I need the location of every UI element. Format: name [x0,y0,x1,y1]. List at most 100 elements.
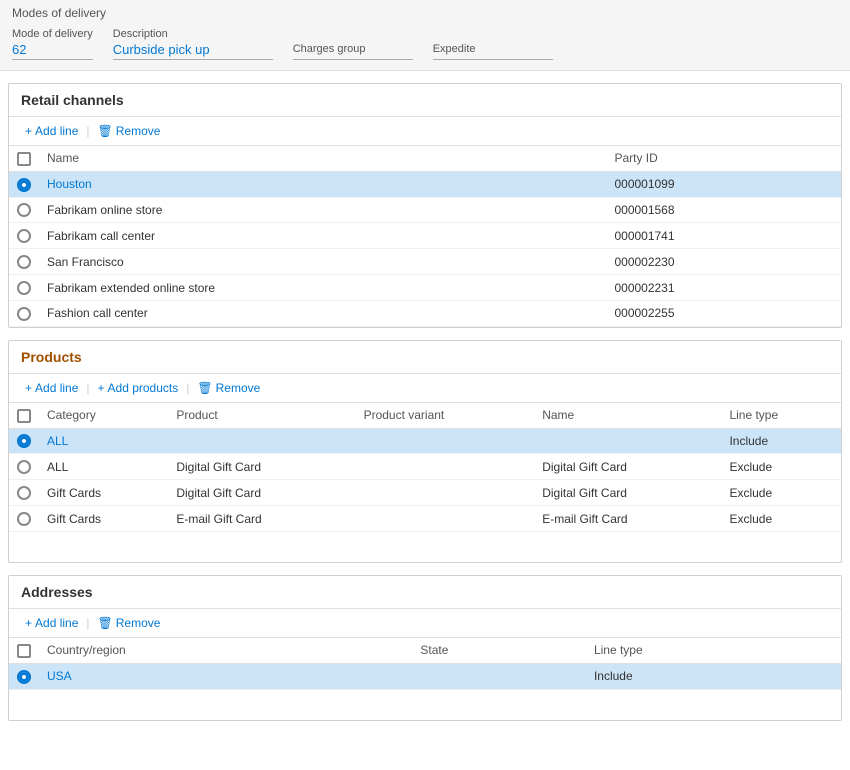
retail-channels-row[interactable]: San Francisco 000002230 [9,249,841,275]
retail-row-name: Fabrikam call center [39,223,606,249]
retail-channels-row[interactable]: Fabrikam extended online store 000002231 [9,275,841,301]
products-remove-label: Remove [216,381,261,395]
products-name-header: Name [534,403,721,428]
products-row[interactable]: Gift Cards Digital Gift Card Digital Gif… [9,480,841,506]
products-row[interactable]: Gift Cards E-mail Gift Card E-mail Gift … [9,506,841,532]
retail-remove-label: Remove [116,124,161,138]
address-row-linetype: Include [586,663,841,689]
charges-field: Charges group [293,43,413,60]
addresses-add-line-label: Add line [35,616,78,630]
retail-remove-button[interactable]: 🗑 Remove [94,122,165,140]
product-row-radio[interactable] [17,460,31,474]
toolbar-sep-3: | [186,381,189,395]
addresses-panel: Addresses + Add line | 🗑 Remove Country/… [8,575,842,721]
retail-row-partyid: 000002231 [606,275,841,301]
product-row-product [168,428,355,454]
product-row-linetype: Exclude [721,454,841,480]
product-row-category: Gift Cards [39,480,168,506]
retail-row-name: Fabrikam online store [39,197,606,223]
products-body: ALL Include ALL Digital Gift Card Digita… [9,428,841,531]
addresses-toolbar: + Add line | 🗑 Remove [9,609,841,638]
products-row[interactable]: ALL Digital Gift Card Digital Gift Card … [9,454,841,480]
products-remove-button[interactable]: 🗑 Remove [193,379,264,397]
product-row-radio[interactable] [17,486,31,500]
retail-channels-table: Name Party ID Houston 000001099 Fabrikam… [9,146,841,327]
addresses-body: USA Include [9,663,841,689]
toolbar-sep-4: | [86,616,89,630]
products-header-checkbox[interactable] [17,409,31,423]
mode-value[interactable]: 62 [12,42,93,60]
addresses-add-line-button[interactable]: + Add line [21,614,82,632]
retail-row-partyid: 000001099 [606,171,841,197]
product-row-radio-cell [9,480,39,506]
delivery-fields: Mode of delivery 62 Description Curbside… [12,24,838,66]
retail-row-name: Fashion call center [39,300,606,326]
products-table: Category Product Product variant Name Li… [9,403,841,532]
retail-channels-body: Houston 000001099 Fabrikam online store … [9,171,841,326]
retail-row-radio[interactable] [17,255,31,269]
addresses-remove-button[interactable]: 🗑 Remove [94,614,165,632]
retail-channels-row[interactable]: Houston 000001099 [9,171,841,197]
address-row-radio[interactable] [17,670,31,684]
charges-label: Charges group [293,43,413,55]
product-row-linetype: Include [721,428,841,454]
products-row[interactable]: ALL Include [9,428,841,454]
retail-row-radio[interactable] [17,229,31,243]
products-product-header: Product [168,403,355,428]
addresses-header-checkbox[interactable] [17,644,31,658]
addresses-empty-space [9,690,841,720]
mode-field: Mode of delivery 62 [12,28,93,60]
product-row-category: Gift Cards [39,506,168,532]
addresses-linetype-header: Line type [586,638,841,663]
retail-row-partyid: 000002255 [606,300,841,326]
product-row-radio[interactable] [17,434,31,448]
addresses-state-header: State [412,638,586,663]
products-toolbar: + Add line | + Add products | 🗑 Remove [9,374,841,403]
plus-icon-2: + [25,381,32,395]
address-row-state [412,663,586,689]
retail-row-radio[interactable] [17,178,31,192]
product-row-name: Digital Gift Card [534,454,721,480]
retail-channels-toolbar: + Add line | 🗑 Remove [9,117,841,146]
charges-value[interactable] [293,57,413,60]
product-row-name: E-mail Gift Card [534,506,721,532]
plus-icon: + [25,124,32,138]
retail-row-radio[interactable] [17,281,31,295]
products-add-products-label: Add products [108,381,179,395]
product-row-radio[interactable] [17,512,31,526]
retail-row-radio[interactable] [17,307,31,321]
products-add-products-button[interactable]: + Add products [94,379,183,397]
retail-row-radio-cell [9,275,39,301]
toolbar-sep-1: | [86,124,89,138]
retail-add-line-label: Add line [35,124,78,138]
desc-value[interactable]: Curbside pick up [113,42,273,60]
trash-icon-3: 🗑 [98,616,113,630]
product-row-variant [356,428,535,454]
product-row-radio-cell [9,428,39,454]
retail-channels-panel: Retail channels + Add line | 🗑 Remove Na… [8,83,842,328]
retail-header-checkbox[interactable] [17,152,31,166]
retail-row-radio[interactable] [17,203,31,217]
addresses-row[interactable]: USA Include [9,663,841,689]
addresses-table: Country/region State Line type USA Inclu… [9,638,841,690]
retail-check-header [9,146,39,171]
retail-row-radio-cell [9,197,39,223]
expedite-label: Expedite [433,43,553,55]
product-row-category: ALL [39,454,168,480]
addresses-title: Addresses [9,576,841,609]
delivery-section-title: Modes of delivery [12,6,838,20]
retail-channels-row[interactable]: Fabrikam call center 000001741 [9,223,841,249]
expedite-value[interactable] [433,57,553,60]
product-row-product: Digital Gift Card [168,454,355,480]
retail-row-name: Houston [39,171,606,197]
product-row-variant [356,506,535,532]
products-header-row: Category Product Product variant Name Li… [9,403,841,428]
products-add-line-button[interactable]: + Add line [21,379,82,397]
retail-channels-title: Retail channels [9,84,841,117]
retail-channels-row[interactable]: Fashion call center 000002255 [9,300,841,326]
trash-icon-2: 🗑 [197,381,212,395]
product-row-radio-cell [9,506,39,532]
retail-channels-row[interactable]: Fabrikam online store 000001568 [9,197,841,223]
retail-add-line-button[interactable]: + Add line [21,122,82,140]
products-category-header: Category [39,403,168,428]
